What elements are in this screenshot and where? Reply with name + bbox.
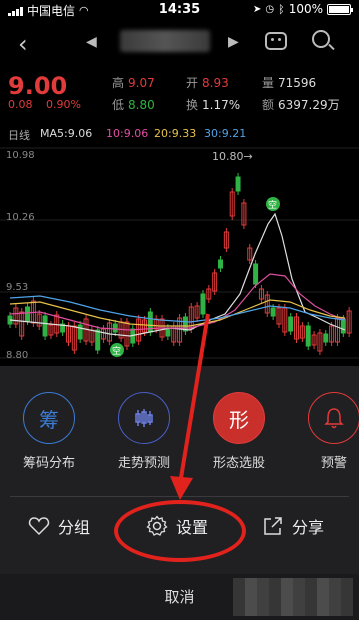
candle-body xyxy=(305,325,311,347)
kline-chart[interactable]: 10.98 10.26 9.53 8.80 10.80→ 空 空 xyxy=(0,144,359,370)
pattern-icon: 形 xyxy=(213,392,265,444)
sheet-divider xyxy=(10,496,349,497)
price-change: 0.08 0.90% xyxy=(8,98,91,111)
candle-body xyxy=(323,333,329,343)
ma30-value: 30:9.21 xyxy=(204,127,247,140)
candle-body xyxy=(112,323,118,333)
search-icon[interactable] xyxy=(312,30,330,48)
share-icon xyxy=(264,517,282,535)
system-indicators: ➤ ◷ ᛒ 100% xyxy=(252,2,353,16)
axis-label-top: 10.98 xyxy=(6,150,35,161)
turnover-rate: 换 1.17% xyxy=(186,98,241,112)
change-percent: 0.90% xyxy=(46,98,81,111)
svg-text:空: 空 xyxy=(112,345,121,357)
battery-percent: 100% xyxy=(288,2,323,16)
axis-label-bottom: 8.80 xyxy=(6,350,28,361)
current-price: 9.00 xyxy=(8,72,68,100)
candle-body xyxy=(288,316,294,332)
bell-icon xyxy=(308,392,359,444)
ma5-value: MA5:9.06 xyxy=(40,127,93,140)
high-price: 高 9.07 xyxy=(112,76,155,90)
tool-grid: 筹 筹码分布 走势预测 形 形态选股 预警 xyxy=(0,366,359,486)
signal-marker-lower: 空 xyxy=(110,343,124,357)
candle-body xyxy=(200,293,206,315)
previous-stock-icon[interactable]: ◀ xyxy=(86,34,97,50)
next-stock-icon[interactable]: ▶ xyxy=(228,34,239,50)
stock-name-redacted xyxy=(120,30,210,52)
ma20-value: 20:9.33 xyxy=(154,127,197,140)
svg-text:空: 空 xyxy=(268,199,277,211)
tool-label: 预警 xyxy=(320,456,347,471)
tool-label: 筹码分布 xyxy=(22,456,75,471)
peak-price-label: 10.80→ xyxy=(212,150,253,163)
battery-icon xyxy=(327,3,353,15)
share-label: 分享 xyxy=(292,518,325,537)
tool-label: 形态选股 xyxy=(212,456,265,471)
candle-body xyxy=(340,318,346,334)
candle-body xyxy=(253,263,259,285)
group-label: 分组 xyxy=(58,518,91,537)
location-icon: ➤ xyxy=(252,3,262,15)
redacted-watermark xyxy=(233,578,353,616)
bluetooth-icon: ᛒ xyxy=(278,2,285,16)
action-sheet: 筹 筹码分布 走势预测 形 形态选股 预警 分组 设置 分享 取消 xyxy=(0,366,359,620)
tool-trend-forecast[interactable]: 走势预测 xyxy=(99,392,189,471)
cancel-button[interactable]: 取消 xyxy=(0,574,359,620)
share-button[interactable]: 分享 xyxy=(262,514,324,538)
back-icon[interactable]: ‹ xyxy=(18,30,28,58)
annotation-circle xyxy=(114,500,246,562)
axis-label-lower: 9.53 xyxy=(6,282,28,293)
top-nav: ‹ ◀ ▶ xyxy=(0,22,359,66)
robot-assistant-icon[interactable] xyxy=(265,32,287,50)
signal-marker-upper: 空 xyxy=(266,197,280,211)
tool-label: 走势预测 xyxy=(117,456,170,471)
candle-body xyxy=(42,315,48,337)
change-value: 0.08 xyxy=(8,98,33,111)
tool-chip-distribution[interactable]: 筹 筹码分布 xyxy=(4,392,94,471)
candle-body xyxy=(218,259,224,269)
group-button[interactable]: 分组 xyxy=(28,514,90,538)
volume: 量 71596 xyxy=(262,76,317,90)
candlestick-icon xyxy=(118,392,170,444)
low-price: 低 8.80 xyxy=(112,98,155,112)
open-price: 开 8.93 xyxy=(186,76,229,90)
ma10-value: 10:9.06 xyxy=(106,127,149,140)
period-selector[interactable]: 日线 xyxy=(8,127,30,143)
quote-panel: 9.00 0.08 0.90% 高 9.07 开 8.93 量 71596 低 8.80… xyxy=(0,70,359,120)
turnover-amount: 额 6397.29万 xyxy=(262,98,340,112)
candle-body xyxy=(235,176,241,192)
moving-average-bar: 日线 MA5:9.06 10:9.06 20:9.33 30:9.21 xyxy=(0,124,359,142)
candle-body xyxy=(77,324,83,340)
candle-body xyxy=(25,306,31,322)
alarm-icon: ◷ xyxy=(265,3,275,15)
axis-label-upper: 10.26 xyxy=(6,212,35,223)
chip-distribution-icon: 筹 xyxy=(23,392,75,444)
candle-body xyxy=(270,307,276,317)
tool-pattern-screener[interactable]: 形 形态选股 xyxy=(194,392,284,471)
tool-alert[interactable]: 预警 xyxy=(289,392,359,471)
status-bar: 中国电信 ◠ 14:35 ➤ ◷ ᛒ 100% xyxy=(0,0,359,20)
heart-icon xyxy=(28,517,50,536)
candle-body xyxy=(95,329,101,351)
